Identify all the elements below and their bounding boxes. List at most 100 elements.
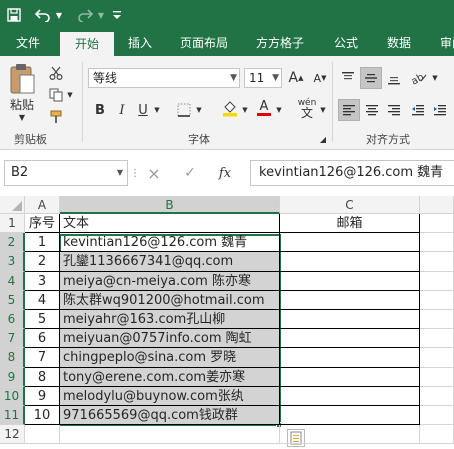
cell-d8[interactable]	[420, 348, 454, 368]
cell-b1[interactable]: 文本	[60, 214, 280, 234]
row-header[interactable]: 10	[0, 386, 25, 406]
cell-c6[interactable]	[280, 310, 420, 330]
tab-formulas[interactable]: 公式	[326, 30, 366, 56]
cell-c5[interactable]	[280, 290, 420, 310]
column-header-b[interactable]: B	[60, 196, 280, 214]
cell-d11[interactable]	[420, 406, 454, 426]
column-header-a[interactable]: A	[25, 196, 60, 214]
column-header-d[interactable]	[420, 196, 454, 214]
cell-d2[interactable]	[420, 233, 454, 253]
cell-a12[interactable]	[25, 425, 60, 445]
redo-icon[interactable]	[74, 5, 96, 25]
phonetic-guide-icon[interactable]: wén 文	[296, 96, 318, 120]
underline-button[interactable]: U	[134, 100, 152, 120]
cell-c3[interactable]	[280, 252, 420, 272]
cell-b6[interactable]: meiyahr@163.com孔山柳	[60, 310, 280, 330]
tab-data[interactable]: 数据	[378, 30, 420, 56]
tab-home[interactable]: 开始	[60, 32, 114, 56]
decrease-font-size-icon[interactable]: A ▼	[310, 68, 330, 88]
column-header-c[interactable]: C	[280, 196, 420, 214]
save-icon[interactable]	[4, 5, 24, 25]
cell-c11[interactable]	[280, 406, 420, 426]
cell-c9[interactable]	[280, 367, 420, 387]
row-header[interactable]: 4	[0, 271, 25, 291]
cell-a3[interactable]: 2	[25, 252, 60, 272]
select-all-corner[interactable]	[0, 196, 25, 214]
customize-icon[interactable]	[110, 5, 124, 25]
cell-b11[interactable]: 971665569@qq.com钱政群	[60, 406, 280, 426]
borders-dropdown-icon[interactable]: ▼	[194, 104, 204, 116]
cell-a2[interactable]: 1	[25, 233, 60, 253]
cell-a11[interactable]: 10	[25, 406, 60, 426]
cell-d5[interactable]	[420, 290, 454, 310]
font-color-dropdown-icon[interactable]: ▼	[274, 104, 284, 116]
undo-dropdown-icon[interactable]: ▼	[55, 5, 63, 25]
cell-a1[interactable]: 序号	[25, 214, 60, 234]
cell-a6[interactable]: 5	[25, 310, 60, 330]
align-right-icon[interactable]	[384, 100, 404, 120]
cell-b12[interactable]	[60, 425, 280, 445]
cell-b3[interactable]: 孔鑾1136667341@qq.com	[60, 252, 280, 272]
italic-button[interactable]: I	[112, 100, 132, 120]
align-middle-icon[interactable]	[360, 67, 382, 89]
copy-icon[interactable]	[46, 86, 66, 104]
font-name-select[interactable]: 等线 ▼	[88, 68, 240, 88]
tab-file[interactable]: 文件	[6, 30, 50, 56]
cell-d12[interactable]	[420, 425, 454, 445]
fill-color-icon[interactable]	[220, 98, 240, 118]
chevron-down-icon[interactable]: ▼	[117, 161, 123, 185]
increase-font-size-icon[interactable]: A ▲	[286, 68, 306, 88]
cell-d9[interactable]	[420, 367, 454, 387]
borders-icon[interactable]	[174, 100, 194, 120]
decrease-indent-icon[interactable]	[408, 100, 428, 120]
worksheet-grid[interactable]: A B C 1 序号 文本 邮箱 2 1 kevintian126@126.com 魏青 3 2…	[0, 196, 454, 449]
font-dialog-launcher-icon[interactable]: ◢	[318, 134, 328, 144]
cell-a8[interactable]: 7	[25, 348, 60, 368]
cell-c10[interactable]	[280, 386, 420, 406]
cell-d10[interactable]	[420, 386, 454, 406]
cell-d3[interactable]	[420, 252, 454, 272]
cell-a7[interactable]: 6	[25, 329, 60, 349]
cell-c2[interactable]	[280, 233, 420, 253]
tab-review[interactable]: 审阅	[432, 30, 454, 56]
cell-d4[interactable]	[420, 271, 454, 291]
align-bottom-icon[interactable]	[384, 68, 404, 88]
row-header[interactable]: 5	[0, 290, 25, 310]
cell-c8[interactable]	[280, 348, 420, 368]
cell-b7[interactable]: meiyuan@0757info.com 陶虹	[60, 329, 280, 349]
row-header[interactable]: 2	[0, 233, 25, 253]
cell-c1[interactable]: 邮箱	[280, 214, 420, 234]
align-top-icon[interactable]	[338, 68, 358, 88]
format-painter-icon[interactable]	[46, 108, 66, 126]
cell-a9[interactable]: 8	[25, 367, 60, 387]
cell-b8[interactable]: chingpeplo@sina.com 罗晓	[60, 348, 280, 368]
enter-icon[interactable]: ✓	[180, 162, 200, 184]
cell-d1[interactable]	[420, 214, 454, 234]
row-header[interactable]: 11	[0, 406, 25, 426]
insert-function-icon[interactable]: fx	[214, 162, 236, 184]
font-size-select[interactable]: 11 ▼	[244, 68, 282, 88]
cell-b9[interactable]: tony@erene.com.com姜亦寒	[60, 367, 280, 387]
cell-c12[interactable]	[280, 425, 420, 445]
cell-a4[interactable]: 3	[25, 271, 60, 291]
cell-d7[interactable]	[420, 329, 454, 349]
cell-a10[interactable]: 9	[25, 386, 60, 406]
align-center-icon[interactable]	[362, 100, 382, 120]
cell-a5[interactable]: 4	[25, 290, 60, 310]
row-header[interactable]: 9	[0, 367, 25, 387]
tab-page-layout[interactable]: 页面布局	[172, 30, 236, 56]
align-left-icon[interactable]	[338, 99, 360, 121]
tab-fangfang[interactable]: 方方格子	[248, 30, 312, 56]
paste-dropdown-icon[interactable]: ▼	[16, 112, 28, 122]
row-header[interactable]: 8	[0, 348, 25, 368]
row-header[interactable]: 1	[0, 214, 25, 234]
undo-icon[interactable]	[32, 5, 54, 25]
name-box[interactable]: B2 ▼	[4, 160, 128, 186]
phonetic-dropdown-icon[interactable]: ▼	[318, 104, 328, 116]
orientation-icon[interactable]: ab	[408, 68, 430, 88]
bold-button[interactable]: B	[90, 100, 110, 120]
fill-color-dropdown-icon[interactable]: ▼	[240, 104, 250, 116]
underline-dropdown-icon[interactable]: ▼	[152, 104, 162, 116]
cell-b4[interactable]: meiya@cn-meiya.com 陈亦寒	[60, 271, 280, 291]
cell-d6[interactable]	[420, 310, 454, 330]
